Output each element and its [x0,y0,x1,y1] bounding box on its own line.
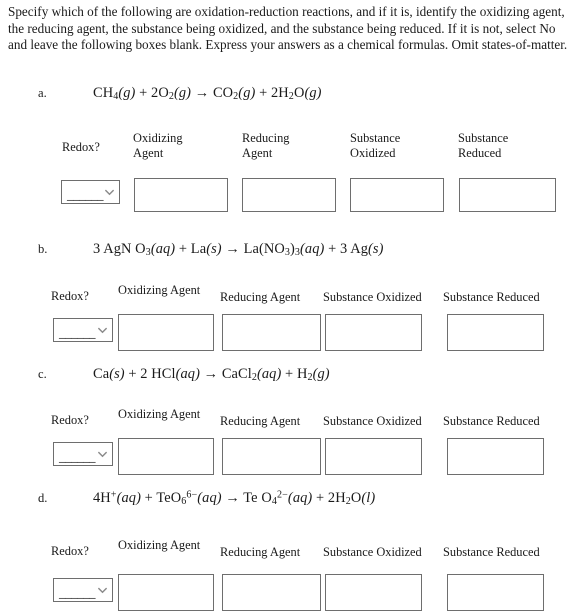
substance-reduced-input-d[interactable] [447,574,544,611]
oxidizing-agent-input-a[interactable] [134,178,228,212]
reducing-agent-input-d[interactable] [222,574,321,611]
header-reducing-agent-a-line1: Reducing [242,131,290,145]
worksheet-page: Specify which of the following are oxida… [0,0,582,613]
substance-reduced-input-b[interactable] [447,314,544,351]
header-reducing-agent-d: Reducing Agent [220,545,301,559]
redox-select-b-placeholder: ______ [59,325,96,340]
redox-select-b[interactable]: ______ [53,318,113,342]
header-redox-a: Redox? [62,140,100,154]
header-redox-d: Redox? [51,544,89,558]
header-substance-oxidized-b: Substance Oxidized [323,290,422,304]
header-oxidizing-agent-a-line2: Agent [133,146,164,161]
header-substance-oxidized-a: Substance Oxidized [350,131,426,162]
substance-oxidized-input-b[interactable] [325,314,422,351]
reducing-agent-input-c[interactable] [222,438,321,475]
header-substance-reduced-d: Substance Reduced [443,545,540,559]
chevron-down-icon [98,326,107,335]
header-reducing-agent-a: Reducing Agent [242,131,310,162]
problem-a-equation: CH4(g) + 2O2(g) → CO2(g) + 2H2O(g) [93,85,322,103]
header-reducing-agent-b: Reducing Agent [220,290,301,304]
substance-reduced-input-a[interactable] [459,178,556,212]
header-substance-oxidized-c: Substance Oxidized [323,414,422,428]
redox-select-a[interactable]: ______ [61,180,120,204]
substance-reduced-input-c[interactable] [447,438,544,475]
problem-c-label: c. [38,367,47,381]
redox-select-a-placeholder: ______ [67,187,104,202]
header-reducing-agent-c: Reducing Agent [220,414,301,428]
header-reducing-agent-a-line2: Agent [242,146,273,161]
redox-select-d-placeholder: ______ [59,585,96,600]
oxidizing-agent-input-d[interactable] [118,574,214,611]
chevron-down-icon [98,586,107,595]
problem-d-equation: 4H+(aq) + TeO66−(aq) → Te O42−(aq) + 2H2… [93,489,376,508]
substance-oxidized-input-d[interactable] [325,574,422,611]
problem-c-equation: Ca(s) + 2 HCl(aq) → CaCl2(aq) + H2(g) [93,366,330,384]
substance-oxidized-input-a[interactable] [350,178,444,212]
header-substance-reduced-a-line2: Reduced [458,146,502,161]
header-oxidizing-agent-b: Oxidizing Agent [118,283,201,297]
header-oxidizing-agent-a-line1: Oxidizing [133,131,183,145]
header-redox-c: Redox? [51,413,89,427]
header-oxidizing-agent-c: Oxidizing Agent [118,407,201,421]
problem-a-label: a. [38,86,47,100]
header-redox-b: Redox? [51,289,89,303]
problem-d-label: d. [38,491,48,505]
header-substance-oxidized-a-line2: Oxidized [350,146,396,161]
redox-select-c[interactable]: ______ [53,442,113,466]
chevron-down-icon [98,450,107,459]
reducing-agent-input-b[interactable] [222,314,321,351]
header-oxidizing-agent-d: Oxidizing Agent [118,538,201,552]
header-substance-reduced-a: Substance Reduced [458,131,534,162]
header-substance-reduced-c: Substance Reduced [443,414,540,428]
reducing-agent-input-a[interactable] [242,178,336,212]
header-oxidizing-agent-a: Oxidizing Agent [133,131,201,162]
header-substance-reduced-a-line1: Substance [458,131,509,145]
header-substance-oxidized-a-line1: Substance [350,131,401,145]
chevron-down-icon [105,188,114,197]
substance-oxidized-input-c[interactable] [325,438,422,475]
problem-b-equation: 3 AgN O3(aq) + La(s) → La(NO3)3(aq) + 3 … [93,241,384,259]
oxidizing-agent-input-c[interactable] [118,438,214,475]
problem-b-label: b. [38,242,48,256]
oxidizing-agent-input-b[interactable] [118,314,214,351]
redox-select-d[interactable]: ______ [53,578,113,602]
header-substance-reduced-b: Substance Reduced [443,290,540,304]
header-substance-oxidized-d: Substance Oxidized [323,545,422,559]
redox-select-c-placeholder: ______ [59,449,96,464]
instructions-text: Specify which of the following are oxida… [8,4,568,53]
